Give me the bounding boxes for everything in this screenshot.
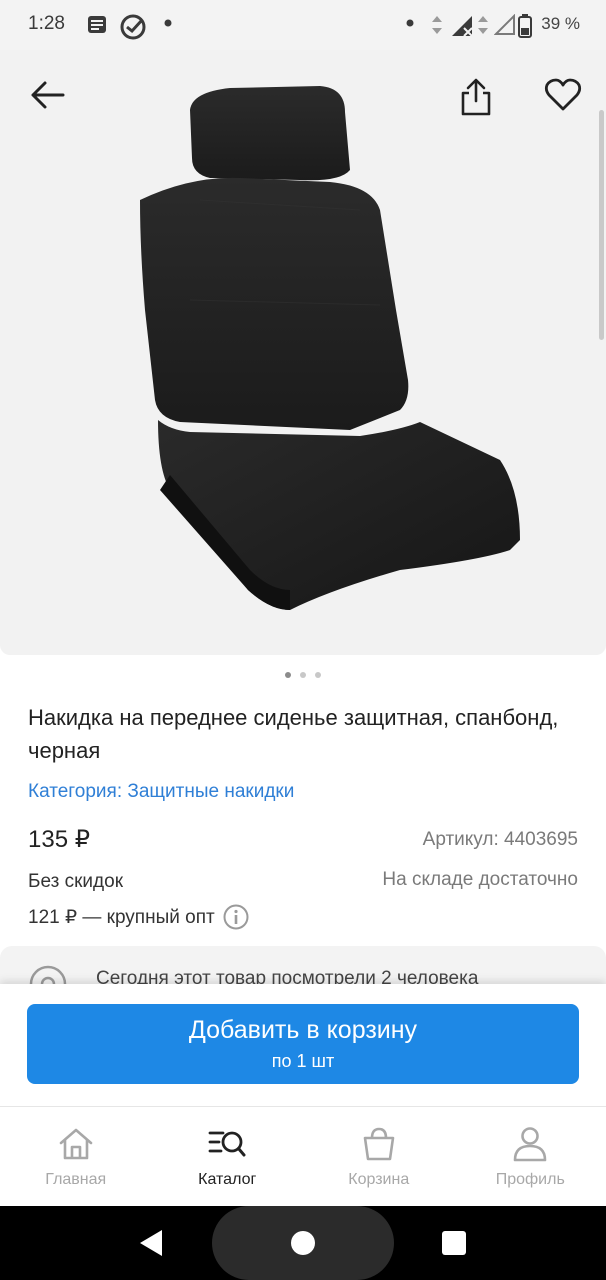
system-navigation-bar: [0, 1206, 606, 1280]
status-bar: 1:28 39 %: [0, 0, 606, 50]
tab-catalog[interactable]: Каталог: [152, 1107, 304, 1207]
gallery-dot-3[interactable]: [315, 672, 321, 678]
basket-icon: [363, 1127, 395, 1161]
sber-icon: [120, 14, 146, 40]
data-transfer-icon: [432, 16, 442, 34]
stock-status: На складе достаточно: [382, 869, 578, 890]
bottom-action-panel: Добавить в корзину по 1 шт: [0, 984, 606, 1106]
tab-profile[interactable]: Профиль: [455, 1107, 606, 1207]
product-title: Накидка на переднее сиденье защитная, сп…: [28, 705, 559, 763]
system-back-icon[interactable]: [138, 1228, 164, 1258]
profile-icon: [513, 1127, 547, 1162]
catalog-search-icon: [208, 1131, 246, 1157]
product-price: 135 ₽: [28, 826, 90, 853]
gallery-dot-1[interactable]: [285, 672, 291, 678]
add-to-cart-label: Добавить в корзину: [188, 1016, 418, 1044]
battery-level: 39 %: [541, 14, 580, 33]
wholesale-price: 121 ₽ — крупный опт: [28, 906, 215, 928]
discount-note: Без скидок: [28, 871, 123, 892]
car-seat-cover-image: [140, 86, 520, 610]
notification-dot-icon: [164, 19, 172, 27]
status-time: 1:28: [28, 13, 65, 34]
arrow-left-icon: [31, 81, 65, 109]
add-to-cart-quantity: по 1 шт: [271, 1051, 335, 1071]
tab-home[interactable]: Главная: [0, 1107, 152, 1207]
heart-icon: [544, 78, 582, 111]
signal-icon: [452, 16, 473, 37]
gallery-dot-2[interactable]: [300, 672, 306, 678]
data-transfer-icon: [478, 16, 488, 34]
battery-icon: [518, 14, 532, 38]
notification-dot-icon: [406, 19, 414, 27]
add-to-cart-button[interactable]: Добавить в корзину по 1 шт: [27, 1004, 579, 1084]
product-article: Артикул: 4403695: [422, 829, 578, 850]
home-icon: [59, 1128, 93, 1160]
system-home-icon[interactable]: [290, 1230, 316, 1256]
tab-home-label: Главная: [45, 1171, 107, 1188]
message-icon: [88, 16, 106, 33]
tab-cart[interactable]: Корзина: [303, 1107, 455, 1207]
system-recents-icon[interactable]: [442, 1231, 466, 1255]
tab-catalog-label: Каталог: [198, 1171, 257, 1188]
product-gallery[interactable]: [0, 50, 606, 655]
tab-profile-label: Профиль: [495, 1171, 565, 1188]
category-link[interactable]: Категория: Защитные накидки: [28, 781, 294, 803]
share-icon: [461, 78, 491, 116]
share-button[interactable]: [453, 74, 499, 120]
info-icon[interactable]: [223, 904, 249, 930]
favorite-button[interactable]: [540, 72, 586, 118]
page-scrollbar[interactable]: [599, 110, 604, 340]
wholesale-price-row: 121 ₽ — крупный опт: [28, 904, 249, 930]
bottom-tab-bar: Главная Каталог Корзина Профиль: [0, 1106, 606, 1206]
signal-empty-icon: [494, 14, 515, 35]
tab-cart-label: Корзина: [348, 1171, 410, 1188]
back-button[interactable]: [24, 72, 70, 118]
gallery-pager: [0, 668, 606, 682]
